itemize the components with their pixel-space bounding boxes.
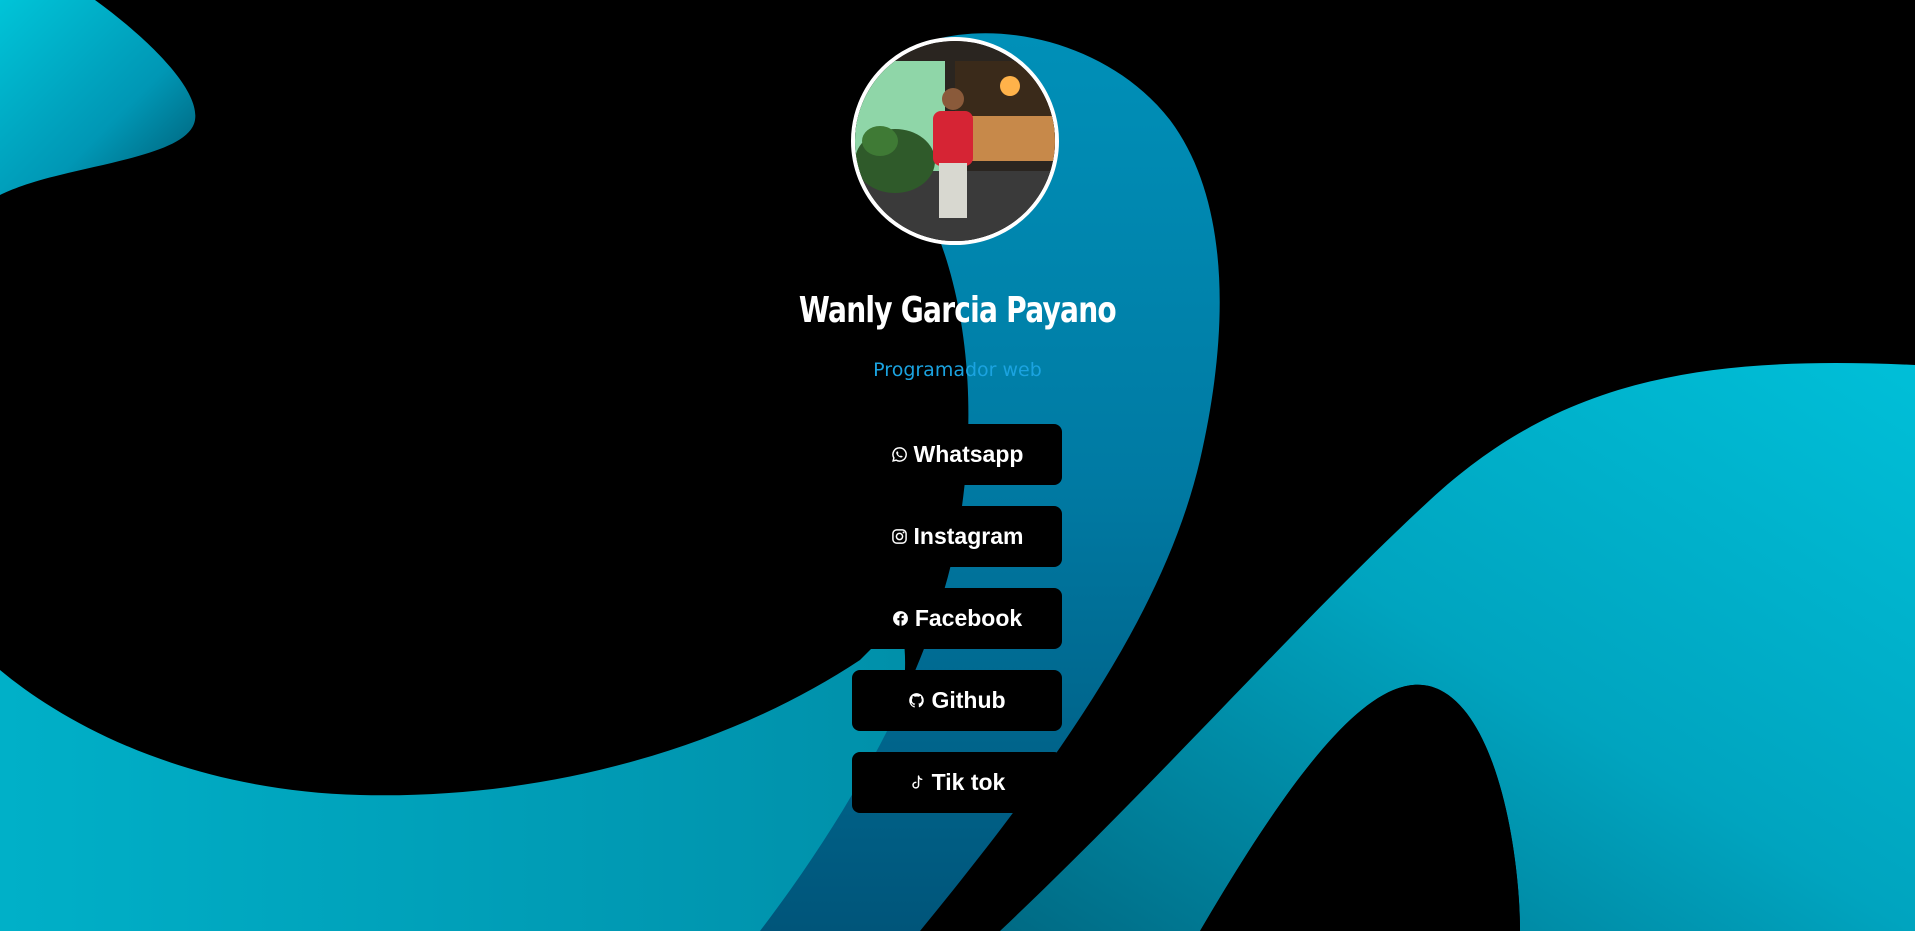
profile-photo [855,41,1055,241]
profile-role: Programador web [873,359,1042,381]
profile-name: Wanly Garcia Payano [798,290,1117,331]
tiktok-button[interactable]: Tik tok [852,752,1062,813]
github-label: Github [931,687,1006,713]
instagram-label: Instagram [913,523,1024,549]
facebook-icon [892,610,909,627]
whatsapp-icon [891,446,908,463]
whatsapp-button[interactable]: Whatsapp [852,424,1062,485]
profile-card: Wanly Garcia Payano Programador web What… [0,0,1915,931]
instagram-button[interactable]: Instagram [852,506,1062,567]
tiktok-label: Tik tok [931,769,1006,795]
avatar [851,37,1059,245]
links-list: Whatsapp Instagram Facebook Github Tik t… [852,424,1062,834]
instagram-icon [891,528,908,545]
github-button[interactable]: Github [852,670,1062,731]
github-icon [908,692,925,709]
whatsapp-label: Whatsapp [913,441,1024,467]
facebook-button[interactable]: Facebook [852,588,1062,649]
tiktok-icon [909,774,926,791]
facebook-label: Facebook [914,605,1023,631]
